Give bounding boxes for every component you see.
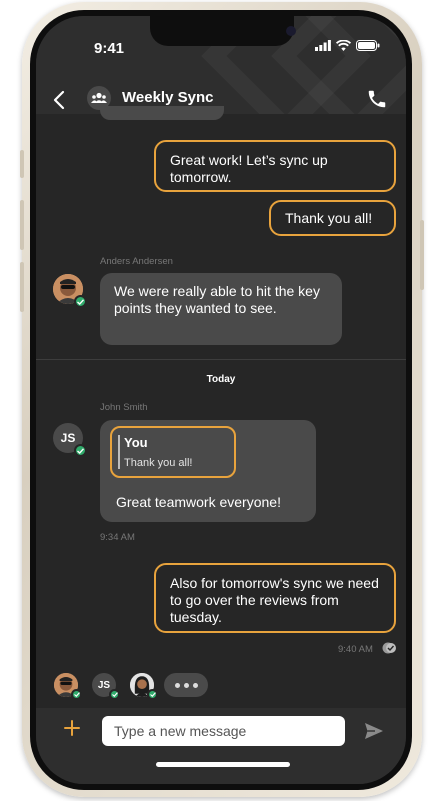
phone-side-button: [20, 200, 24, 250]
chat-title[interactable]: Weekly Sync: [122, 89, 213, 106]
message-timestamp: 9:34 AM: [100, 532, 135, 543]
incoming-message-with-quote[interactable]: You Thank you all! Great teamwork everyo…: [100, 420, 316, 522]
signal-icon: [315, 40, 331, 51]
phone-call-icon[interactable]: [366, 88, 388, 110]
chat-header: 9:41 Weekly Sync: [36, 16, 406, 114]
verified-badge-icon: [71, 689, 82, 700]
quoted-message[interactable]: You Thank you all!: [110, 426, 236, 478]
phone-side-button: [20, 262, 24, 312]
phone-side-button: [420, 220, 424, 290]
message-text: Great teamwork everyone!: [116, 494, 281, 510]
wifi-icon: [336, 40, 351, 51]
message-input[interactable]: [102, 716, 345, 746]
phone-screen: 9:41 Weekly Sync Great work! Let’s sync …: [36, 16, 406, 784]
verified-badge-icon: [109, 689, 120, 700]
message-text: Thank you all!: [285, 210, 373, 226]
message-text: Great work! Let’s sync up tomorrow.: [170, 152, 328, 185]
typing-indicator-icon: [164, 673, 208, 697]
day-divider: [36, 359, 406, 360]
message-text: We were really able to hit the key point…: [114, 283, 320, 316]
verified-badge-icon: [74, 444, 87, 457]
status-icons: [315, 40, 380, 51]
add-icon[interactable]: [64, 720, 80, 736]
read-receipt-icon: [382, 642, 396, 654]
battery-icon: [356, 40, 380, 51]
status-time: 9:41: [94, 40, 125, 57]
previous-message-bubble: [100, 106, 224, 120]
message-composer: [36, 708, 406, 784]
phone-side-button: [20, 150, 24, 178]
incoming-message[interactable]: We were really able to hit the key point…: [100, 273, 342, 345]
outgoing-message[interactable]: Great work! Let’s sync up tomorrow.: [154, 140, 396, 192]
day-separator-label: Today: [206, 374, 236, 385]
quote-text: Thank you all!: [124, 457, 193, 469]
verified-badge-icon: [74, 295, 87, 308]
outgoing-message[interactable]: Thank you all!: [269, 200, 396, 236]
camera-icon: [286, 26, 296, 36]
outgoing-message[interactable]: Also for tomorrow's sync we need to go o…: [154, 563, 396, 633]
message-timestamp: 9:40 AM: [338, 644, 373, 655]
notch: [150, 16, 296, 46]
sender-name: Anders Andersen: [100, 256, 173, 267]
group-icon: [91, 92, 107, 103]
back-icon[interactable]: [52, 90, 66, 110]
verified-badge-icon: [147, 689, 158, 700]
send-icon[interactable]: [364, 722, 384, 740]
sender-name: John Smith: [100, 402, 148, 413]
message-text: Also for tomorrow's sync we need to go o…: [170, 575, 379, 625]
quote-author: You: [124, 435, 148, 450]
home-indicator[interactable]: [156, 762, 290, 767]
